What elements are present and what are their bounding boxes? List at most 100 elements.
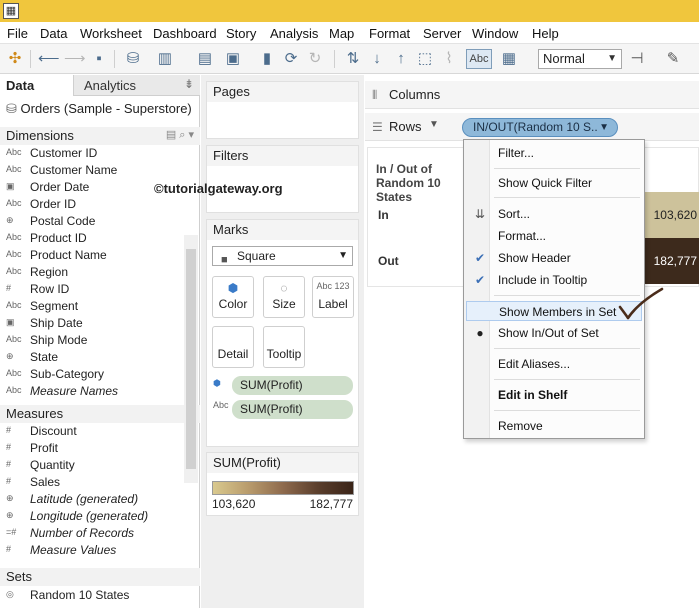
measure-field[interactable]: ⊕ Latitude (generated) <box>0 492 184 509</box>
mark-type-dropdown[interactable]: ■ Square ▼ <box>212 246 353 266</box>
toolbar-separator <box>30 50 31 68</box>
columns-shelf[interactable]: ⦀ Columns <box>365 81 699 109</box>
dimension-field[interactable]: Abc Segment <box>0 299 184 316</box>
legend-title: SUM(Profit) <box>207 453 358 473</box>
measure-field[interactable]: ⊕ Longitude (generated) <box>0 509 184 526</box>
string-type-icon: Abc <box>6 164 22 174</box>
measure-field[interactable]: # Measure Values <box>0 543 184 560</box>
menu-server[interactable]: Server <box>423 26 461 41</box>
menu-file[interactable]: File <box>7 26 28 41</box>
pane-menu-icon[interactable]: ⇟ <box>184 77 194 91</box>
search-icon[interactable]: ▤ ⌕ ▾ <box>166 128 194 142</box>
dimension-field[interactable]: Abc Ship Mode <box>0 333 184 350</box>
rows-shelf[interactable]: ☰ Rows ▼ IN/OUT(Random 10 S.. ▼ <box>365 113 699 141</box>
menu-format[interactable]: Format... <box>466 226 642 246</box>
dimension-field[interactable]: ⊕ State <box>0 350 184 367</box>
menu-sort[interactable]: ⇊ Sort... <box>466 204 642 224</box>
swap-icon[interactable]: ⇅ <box>344 50 362 68</box>
menu-worksheet[interactable]: Worksheet <box>80 26 142 41</box>
sort-ascending-icon[interactable]: ↓ <box>368 50 386 68</box>
measure-field[interactable]: # Quantity <box>0 458 184 475</box>
undo-icon[interactable]: ⟵ <box>38 50 60 68</box>
dimension-field-label: Region <box>30 265 69 279</box>
filters-card[interactable]: Filters <box>206 145 359 213</box>
pause-updates-icon[interactable]: ▮ <box>258 50 276 68</box>
menu-data[interactable]: Data <box>40 26 67 41</box>
measure-field[interactable]: # Sales <box>0 475 184 492</box>
run-update-icon[interactable]: ⟳ <box>282 50 300 68</box>
measure-field[interactable]: =# Number of Records <box>0 526 184 543</box>
new-worksheet-icon[interactable]: ▥ <box>156 50 174 68</box>
redo-icon[interactable]: ⟶ <box>64 50 86 68</box>
menu-map[interactable]: Map <box>329 26 354 41</box>
menu-analysis[interactable]: Analysis <box>270 26 318 41</box>
color-button[interactable]: ⬢ Color <box>212 276 254 318</box>
checkmark-icon: ✔ <box>474 273 486 287</box>
dimension-field[interactable]: Abc Customer Name <box>0 163 184 180</box>
dimension-field[interactable]: ⊕ Postal Code <box>0 214 184 231</box>
menu-window[interactable]: Window <box>472 26 518 41</box>
globe-icon: ⊕ <box>6 215 14 225</box>
menu-story[interactable]: Story <box>226 26 256 41</box>
menu-show-header[interactable]: ✔ Show Header <box>466 248 642 268</box>
refresh-icon[interactable]: ↻ <box>306 50 324 68</box>
menu-show-quick-filter[interactable]: Show Quick Filter <box>466 173 642 193</box>
row-header-title: In / Out of Random 10 States <box>376 162 441 204</box>
dimension-field[interactable]: Abc Order ID <box>0 197 184 214</box>
mark-square-in[interactable]: 103,620 <box>638 192 699 238</box>
dimension-field-label: Ship Date <box>30 316 83 330</box>
scrollbar-thumb[interactable] <box>186 249 196 469</box>
row-label-in[interactable]: In <box>378 208 389 222</box>
tooltip-button[interactable]: Tooltip <box>263 326 305 368</box>
tab-analytics[interactable]: Analytics <box>84 78 136 93</box>
label-pill[interactable]: SUM(Profit) <box>232 400 353 419</box>
menu-help[interactable]: Help <box>532 26 559 41</box>
highlight-icon[interactable]: ✎ <box>664 50 682 68</box>
sort-descending-icon[interactable]: ↑ <box>392 50 410 68</box>
label-button-label: Label <box>318 297 348 311</box>
label-button[interactable]: Abc 123 Label <box>312 276 354 318</box>
row-label-out[interactable]: Out <box>378 254 399 268</box>
new-datasource-icon[interactable]: ⛁ <box>124 50 142 68</box>
dimension-field[interactable]: ▣ Ship Date <box>0 316 184 333</box>
menu-filter[interactable]: Filter... <box>466 143 642 163</box>
clear-sheet-icon[interactable]: ▣ <box>224 50 242 68</box>
datasource[interactable]: ⛁ Orders (Sample - Superstore) <box>6 101 192 117</box>
duplicate-sheet-icon[interactable]: ▤ <box>196 50 214 68</box>
menu-show-inout-of-set[interactable]: ● Show In/Out of Set <box>466 323 642 343</box>
menu-dashboard[interactable]: Dashboard <box>153 26 217 41</box>
mark-square-out[interactable]: 182,777 <box>638 238 699 284</box>
scrollbar[interactable] <box>184 235 198 483</box>
show-mark-labels-button[interactable]: Abc <box>466 49 492 69</box>
pages-card[interactable]: Pages <box>206 81 359 139</box>
dimension-field[interactable]: Abc Product Name <box>0 248 184 265</box>
size-icon: ◌ <box>280 281 288 295</box>
menu-remove[interactable]: Remove <box>466 416 642 436</box>
detail-button[interactable]: Detail <box>212 326 254 368</box>
fit-dropdown[interactable]: Normal ▼ <box>538 49 622 69</box>
dimension-field[interactable]: # Row ID <box>0 282 184 299</box>
save-icon[interactable]: ▪ <box>90 50 108 68</box>
group-icon[interactable]: ⬚ <box>416 50 434 68</box>
menu-edit-in-shelf[interactable]: Edit in Shelf <box>466 385 642 405</box>
pin-icon[interactable]: ⊣ <box>628 50 646 68</box>
attach-icon[interactable]: ⌇ <box>440 50 458 68</box>
chevron-down-icon[interactable]: ▼ <box>429 119 439 130</box>
tableau-logo-icon[interactable]: ✣ <box>6 50 24 68</box>
show-me-icon[interactable]: ▦ <box>500 50 518 68</box>
menu-format[interactable]: Format <box>369 26 410 41</box>
tab-data[interactable]: Data <box>0 75 74 96</box>
dimension-field[interactable]: Abc Customer ID <box>0 146 184 163</box>
dimension-field[interactable]: Abc Region <box>0 265 184 282</box>
dimension-field[interactable]: Abc Product ID <box>0 231 184 248</box>
dimension-field[interactable]: Abc Measure Names <box>0 384 184 401</box>
color-legend[interactable]: SUM(Profit) 103,620 182,777 <box>206 452 359 516</box>
set-item[interactable]: ◎ Random 10 States <box>0 588 184 605</box>
color-pill[interactable]: SUM(Profit) <box>232 376 353 395</box>
measure-field[interactable]: # Discount <box>0 424 184 441</box>
inout-set-pill[interactable]: IN/OUT(Random 10 S.. ▼ <box>462 118 618 137</box>
size-button[interactable]: ◌ Size <box>263 276 305 318</box>
measure-field[interactable]: # Profit <box>0 441 184 458</box>
dimension-field[interactable]: Abc Sub-Category <box>0 367 184 384</box>
menu-edit-aliases[interactable]: Edit Aliases... <box>466 354 642 374</box>
